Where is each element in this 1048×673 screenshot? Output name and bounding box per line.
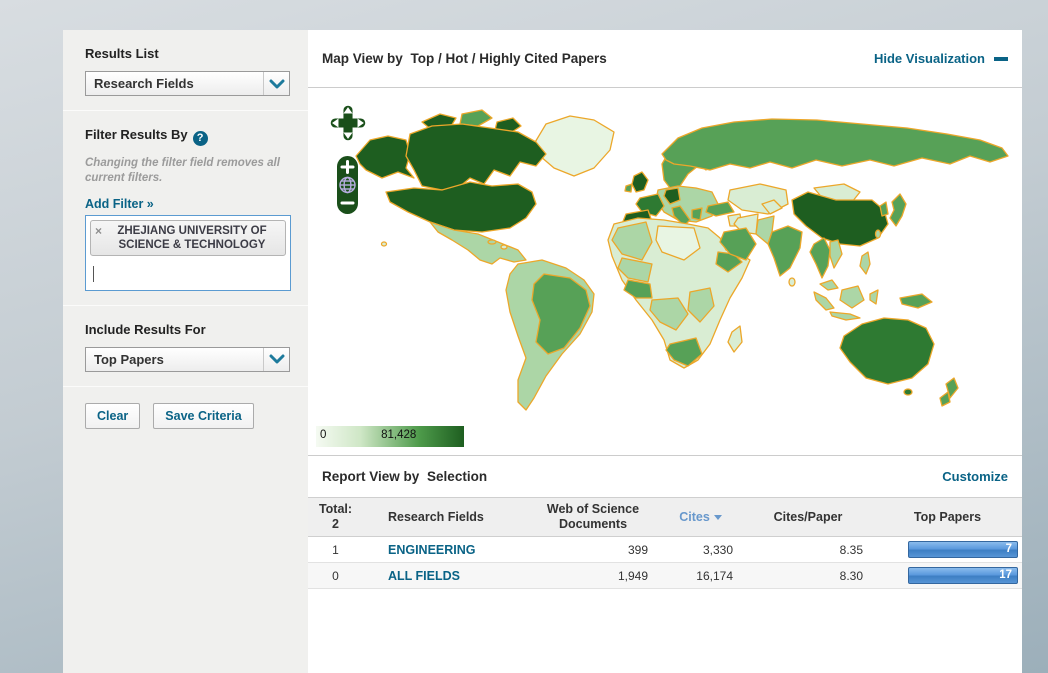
wos-documents-value: 1,949: [528, 569, 658, 583]
main-panel: Map View by Top / Hot / Highly Cited Pap…: [308, 30, 1022, 673]
column-header-top-papers: Top Papers: [873, 510, 1022, 525]
report-view-title: Report View by Selection: [322, 469, 487, 484]
sort-descending-icon: [714, 515, 722, 520]
continent-south-america[interactable]: [506, 260, 594, 410]
continent-oceania[interactable]: [840, 294, 958, 406]
add-filter-link[interactable]: Add Filter »: [85, 197, 154, 211]
chevron-down-icon: [263, 348, 289, 371]
continent-north-america[interactable]: [356, 110, 614, 264]
row-rank: 1: [308, 543, 363, 557]
country-canada: [406, 124, 546, 190]
country-china: [792, 192, 888, 246]
include-results-dropdown-value: Top Papers: [86, 352, 164, 367]
cites-per-paper-value: 8.35: [743, 543, 873, 557]
country-brazil: [532, 274, 590, 354]
top-papers-bar[interactable]: 17: [908, 567, 1018, 584]
table-row: 1 ENGINEERING 399 3,330 8.35 7: [308, 537, 1022, 563]
hide-visualization-link[interactable]: Hide Visualization: [874, 51, 1008, 66]
map-color-legend: 0 81,428: [316, 426, 464, 447]
column-header-cites-sort[interactable]: Cites: [658, 510, 743, 525]
results-list-dropdown-value: Research Fields: [86, 76, 194, 91]
map-zoom-control[interactable]: [336, 155, 359, 215]
app-content: Results List Research Fields Filter Resu…: [63, 30, 1022, 673]
filter-tag-label: ZHEJIANG UNIVERSITY OF SCIENCE & TECHNOL…: [105, 224, 279, 253]
column-header-research-fields: Research Fields: [363, 510, 528, 525]
table-header-row: Total: 2 Research Fields Web of Science …: [308, 497, 1022, 537]
filter-input-box[interactable]: × ZHEJIANG UNIVERSITY OF SCIENCE & TECHN…: [85, 215, 291, 291]
include-results-section: Include Results For Top Papers: [63, 306, 308, 386]
country-india: [768, 226, 802, 276]
save-criteria-button[interactable]: Save Criteria: [153, 403, 253, 429]
world-choropleth-map[interactable]: [322, 92, 1016, 424]
country-russia: [662, 119, 1008, 170]
text-caret: [93, 266, 94, 282]
customize-link[interactable]: Customize: [942, 469, 1008, 484]
include-results-dropdown[interactable]: Top Papers: [85, 347, 290, 372]
results-table: Total: 2 Research Fields Web of Science …: [308, 497, 1022, 589]
row-rank: 0: [308, 569, 363, 583]
column-header-wos-documents: Web of Science Documents: [528, 502, 658, 532]
cites-value: 16,174: [658, 569, 743, 583]
map-view-title: Map View by Top / Hot / Highly Cited Pap…: [322, 51, 607, 66]
sidebar-actions: Clear Save Criteria: [63, 387, 308, 443]
map-view-header: Map View by Top / Hot / Highly Cited Pap…: [308, 30, 1022, 88]
research-field-link[interactable]: ENGINEERING: [388, 543, 476, 557]
country-usa: [386, 182, 536, 232]
filter-section: Filter Results By? Changing the filter f…: [63, 111, 308, 305]
help-icon[interactable]: ?: [193, 131, 208, 146]
minus-icon: [994, 57, 1008, 61]
table-row: 0 ALL FIELDS 1,949 16,174 8.30 17: [308, 563, 1022, 589]
map-pan-control[interactable]: [328, 102, 368, 144]
include-results-heading: Include Results For: [85, 322, 288, 337]
country-australia: [840, 318, 934, 384]
top-papers-bar[interactable]: 7: [908, 541, 1018, 558]
sidebar: Results List Research Fields Filter Resu…: [63, 30, 308, 673]
legend-max-value: 81,428: [381, 429, 416, 441]
column-header-cites-per-paper: Cites/Paper: [743, 510, 873, 525]
cites-per-paper-value: 8.30: [743, 569, 873, 583]
filter-note: Changing the filter field removes all cu…: [85, 156, 285, 187]
research-field-link[interactable]: ALL FIELDS: [388, 569, 460, 583]
country-madagascar: [728, 326, 742, 352]
chevron-down-icon: [263, 72, 289, 95]
legend-min-value: 0: [320, 429, 326, 441]
results-list-section: Results List Research Fields: [63, 30, 308, 110]
country-uk: [632, 172, 648, 192]
total-header: Total: 2: [308, 502, 363, 532]
cites-value: 3,330: [658, 543, 743, 557]
country-greenland: [534, 116, 614, 176]
clear-button[interactable]: Clear: [85, 403, 140, 429]
results-list-heading: Results List: [85, 46, 288, 61]
map-visualization: 0 81,428: [308, 88, 1022, 456]
country-new-guinea: [900, 294, 932, 308]
results-list-dropdown[interactable]: Research Fields: [85, 71, 290, 96]
report-view-header: Report View by Selection Customize: [308, 456, 1022, 497]
filter-heading: Filter Results By?: [85, 127, 288, 146]
remove-filter-icon[interactable]: ×: [95, 225, 102, 237]
filter-tag[interactable]: × ZHEJIANG UNIVERSITY OF SCIENCE & TECHN…: [90, 220, 286, 257]
map-controls: [328, 102, 368, 220]
country-japan: [890, 194, 906, 226]
wos-documents-value: 399: [528, 543, 658, 557]
